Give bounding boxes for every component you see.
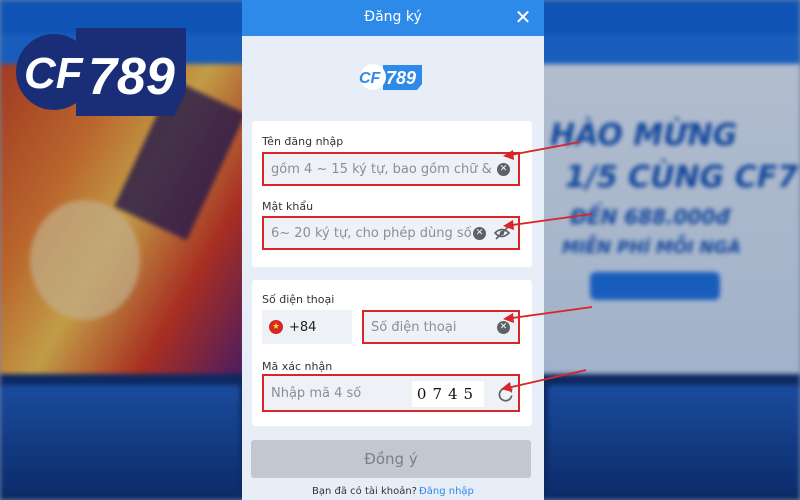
login-link[interactable]: Đăng nhập — [419, 486, 474, 497]
username-label: Tên đăng nhập — [262, 135, 344, 148]
svg-text:CF: CF — [24, 49, 84, 98]
captcha-image: 0745 — [412, 381, 484, 407]
vietnam-flag-icon: ★ — [269, 320, 283, 334]
brand-logo-icon: CF 789 — [16, 28, 186, 116]
phone-input[interactable]: Số điện thoại ✕ — [362, 310, 520, 344]
modal-logo-icon: CF 789 — [359, 64, 422, 90]
country-code-select[interactable]: ★ +84 — [262, 310, 352, 344]
clear-icon[interactable]: ✕ — [497, 320, 510, 334]
phone-label: Số điện thoại — [262, 293, 335, 306]
username-input[interactable]: gồm 4 ~ 15 ký tự, bao gồm chữ & ✕ — [262, 152, 520, 186]
password-placeholder: 6~ 20 ký tự, cho phép dùng số — [271, 225, 472, 241]
captcha-label: Mã xác nhận — [262, 360, 333, 373]
country-code: +84 — [289, 319, 317, 335]
svg-text:CF: CF — [359, 70, 382, 87]
submit-button[interactable]: Đồng ý — [251, 440, 531, 478]
brand-logo: CF 789 — [14, 22, 194, 122]
have-account-text: Bạn đã có tài khoản? — [312, 486, 417, 497]
svg-text:789: 789 — [386, 68, 416, 88]
svg-text:789: 789 — [88, 48, 175, 106]
password-label: Mật khẩu — [262, 200, 314, 213]
eye-off-icon[interactable] — [494, 226, 510, 240]
refresh-icon[interactable] — [497, 386, 514, 403]
modal-title: Đăng ký — [364, 9, 422, 25]
register-modal: Đăng ký ✕ CF 789 — [242, 0, 544, 500]
username-placeholder: gồm 4 ~ 15 ký tự, bao gồm chữ & — [271, 161, 492, 177]
clear-icon[interactable]: ✕ — [497, 162, 510, 176]
password-input[interactable]: 6~ 20 ký tự, cho phép dùng số ✕ — [262, 216, 520, 250]
clear-icon[interactable]: ✕ — [473, 226, 486, 240]
phone-placeholder: Số điện thoại — [371, 319, 457, 335]
close-icon[interactable]: ✕ — [510, 4, 536, 30]
